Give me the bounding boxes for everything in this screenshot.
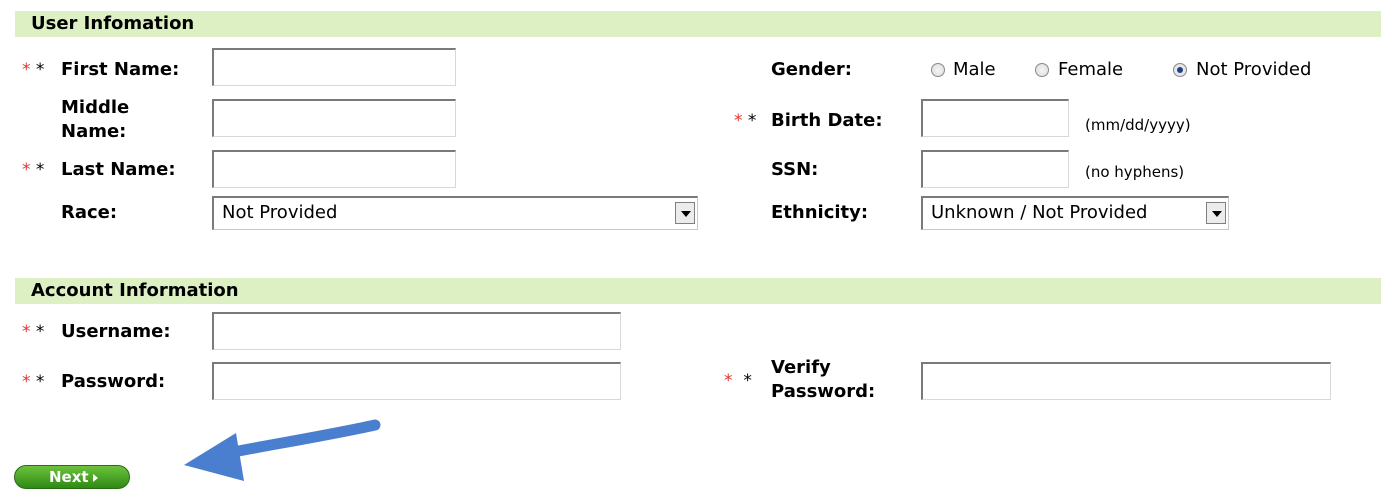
ethnicity-select[interactable]: Unknown / Not Provided	[921, 196, 1229, 230]
ethnicity-selected-value: Unknown / Not Provided	[931, 202, 1148, 223]
race-dropdown-arrow-icon[interactable]	[675, 202, 695, 224]
gender-female-radio[interactable]	[1035, 63, 1049, 77]
annotation-arrow-icon	[184, 419, 381, 481]
next-button[interactable]: Next	[14, 465, 130, 489]
race-label: Race:	[61, 202, 118, 223]
first-name-input[interactable]	[212, 48, 456, 86]
password-label: Password:	[61, 371, 166, 392]
verify-password-label-line1: Verify	[771, 357, 831, 378]
first-name-label: First Name:	[61, 59, 180, 80]
next-arrow-icon	[92, 473, 98, 482]
ethnicity-dropdown-arrow-icon[interactable]	[1206, 202, 1226, 224]
username-input[interactable]	[212, 312, 621, 350]
middle-name-label-line2: Name:	[61, 121, 127, 142]
password-required-marker: * *	[22, 372, 45, 392]
gender-label: Gender:	[771, 59, 852, 80]
username-label: Username:	[61, 321, 171, 342]
verify-password-label-line2: Password:	[771, 381, 876, 402]
username-required-marker: * *	[22, 322, 45, 342]
gender-female-label: Female	[1058, 59, 1124, 80]
last-name-input[interactable]	[212, 150, 456, 188]
first-name-required-marker: * *	[22, 60, 45, 80]
birth-date-format-hint: (mm/dd/yyyy)	[1085, 116, 1191, 134]
birth-date-input[interactable]	[921, 99, 1069, 137]
race-select[interactable]: Not Provided	[212, 196, 698, 230]
last-name-required-marker: * *	[22, 160, 45, 180]
ethnicity-label: Ethnicity:	[771, 202, 869, 223]
verify-password-required-marker: * *	[724, 371, 752, 391]
gender-male-radio[interactable]	[931, 63, 945, 77]
gender-not-provided-radio[interactable]	[1173, 63, 1187, 77]
race-selected-value: Not Provided	[222, 202, 338, 223]
ssn-label: SSN:	[771, 159, 819, 180]
middle-name-input[interactable]	[212, 99, 456, 137]
account-info-header: Account Information	[15, 278, 1381, 304]
gender-not-provided-label: Not Provided	[1196, 59, 1312, 80]
last-name-label: Last Name:	[61, 159, 176, 180]
middle-name-label-line1: Middle	[61, 97, 130, 118]
verify-password-input[interactable]	[921, 362, 1331, 400]
user-info-header: User Infomation	[15, 11, 1381, 37]
birth-date-required-marker: * *	[734, 111, 757, 131]
birth-date-label: Birth Date:	[771, 110, 883, 131]
ssn-input[interactable]	[921, 150, 1069, 188]
gender-male-label: Male	[953, 59, 996, 80]
ssn-format-hint: (no hyphens)	[1085, 163, 1185, 181]
next-button-label: Next	[49, 468, 89, 486]
password-input[interactable]	[212, 362, 621, 400]
